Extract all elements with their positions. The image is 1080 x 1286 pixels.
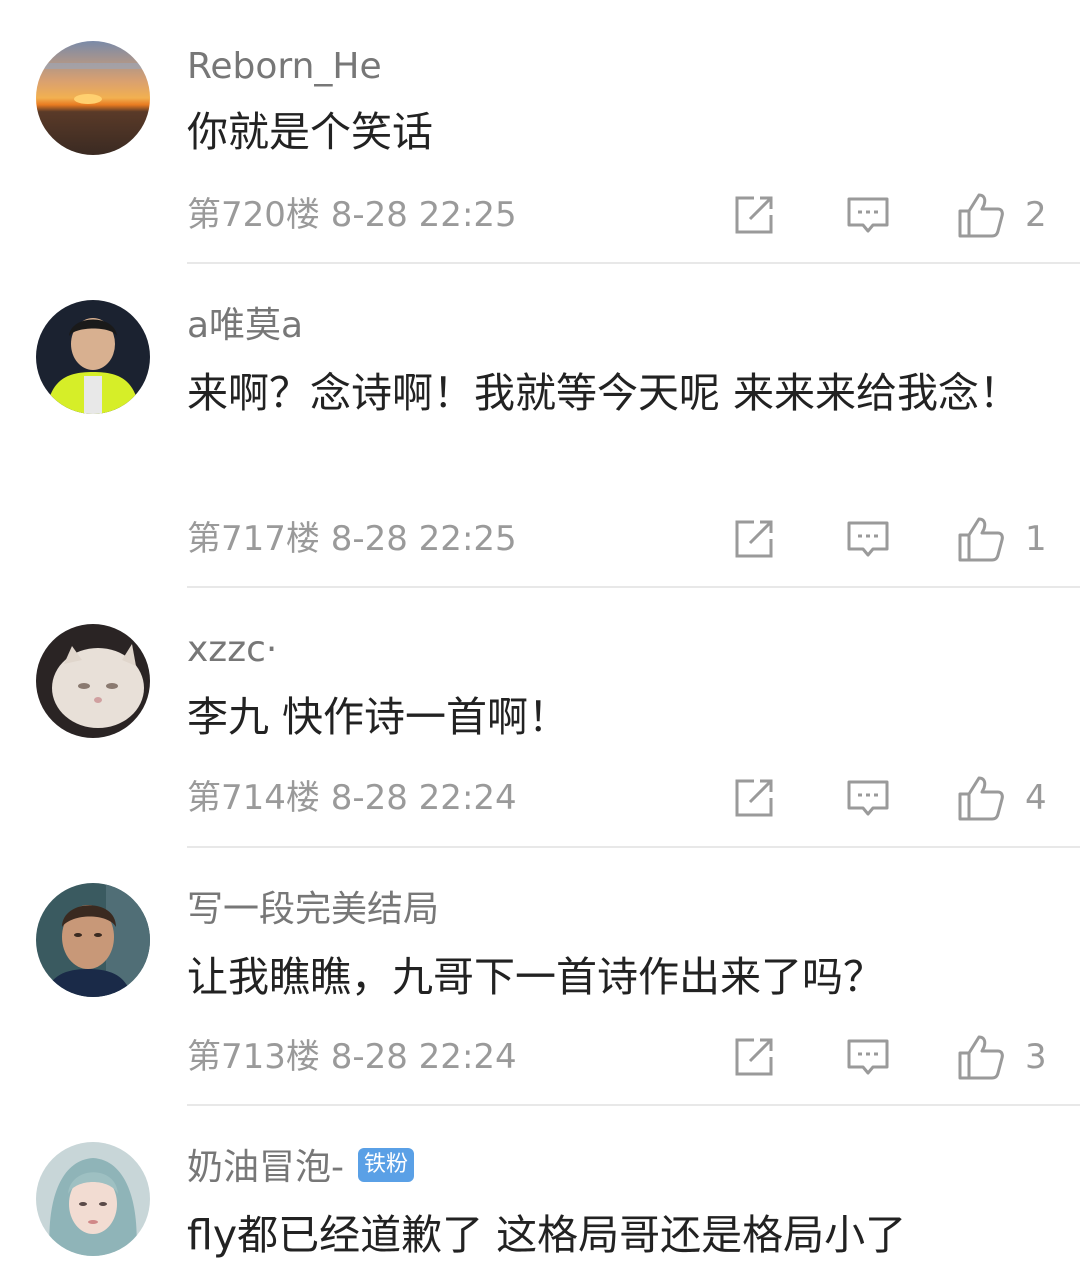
comment-actions: 2 [0, 190, 1080, 240]
share-edit-icon [735, 1038, 773, 1076]
comment-actions: 1 [0, 514, 1080, 564]
avatar[interactable] [36, 624, 150, 738]
comment-item: 写一段完美结局 让我瞧瞧，九哥下一首诗作出来了吗？ 第713楼 8-28 22:… [0, 848, 1080, 1106]
comment-bubble-icon [847, 521, 889, 557]
like-button[interactable]: 3 [957, 1032, 1047, 1082]
like-count: 3 [1025, 1037, 1047, 1077]
comment-text: 来啊？念诗啊！我就等今天呢 来来来给我念！ [187, 369, 1021, 417]
comment-button[interactable] [846, 773, 890, 823]
comment-item: 奶油冒泡- 铁粉 fly都已经道歉了 这格局哥还是格局小了 [0, 1106, 1080, 1286]
share-edit-icon [735, 196, 773, 234]
comment-button[interactable] [846, 1032, 890, 1082]
avatar[interactable] [36, 41, 150, 155]
comment-bubble-icon [847, 1039, 889, 1075]
like-button[interactable]: 4 [957, 773, 1047, 823]
username[interactable]: a唯莫a [187, 304, 303, 348]
reply-button[interactable] [732, 1032, 776, 1082]
comment-text: fly都已经道歉了 这格局哥还是格局小了 [187, 1211, 907, 1259]
comment-item: a唯莫a 来啊？念诗啊！我就等今天呢 来来来给我念！ 第717楼 8-28 22… [0, 264, 1080, 588]
avatar[interactable] [36, 1142, 150, 1256]
comment-item: xzzc· 李九 快作诗一首啊！ 第714楼 8-28 22:24 4 [0, 588, 1080, 848]
comment-button[interactable] [846, 514, 890, 564]
thumbs-up-icon [958, 517, 1004, 562]
comment-button[interactable] [846, 190, 890, 240]
comment-text: 让我瞧瞧，九哥下一首诗作出来了吗？ [187, 953, 884, 1001]
username[interactable]: Reborn_He [187, 45, 382, 89]
comment-text: 你就是个笑话 [187, 108, 433, 156]
comment-actions: 4 [0, 773, 1080, 823]
avatar-image [36, 624, 150, 738]
username[interactable]: xzzc· [187, 628, 277, 672]
share-edit-icon [735, 520, 773, 558]
username[interactable]: 奶油冒泡- 铁粉 [187, 1146, 415, 1190]
like-count: 2 [1025, 195, 1047, 235]
reply-button[interactable] [732, 190, 776, 240]
avatar[interactable] [36, 300, 150, 414]
comment-text: 李九 快作诗一首啊！ [187, 693, 570, 741]
comment-bubble-icon [847, 197, 889, 233]
like-button[interactable]: 2 [957, 190, 1047, 240]
share-edit-icon [735, 779, 773, 817]
comment-bubble-icon [847, 780, 889, 816]
thumbs-up-icon [958, 193, 1004, 238]
thumbs-up-icon [958, 776, 1004, 821]
reply-button[interactable] [732, 773, 776, 823]
comment-item: Reborn_He 你就是个笑话 第720楼 8-28 22:25 2 [0, 0, 1080, 264]
comment-actions: 3 [0, 1032, 1080, 1082]
avatar-image [36, 883, 150, 997]
like-count: 1 [1025, 519, 1047, 559]
thumbs-up-icon [958, 1035, 1004, 1080]
like-count: 4 [1025, 778, 1047, 818]
avatar[interactable] [36, 883, 150, 997]
reply-button[interactable] [732, 514, 776, 564]
username-text: 奶油冒泡- [187, 1147, 344, 1188]
like-button[interactable]: 1 [957, 514, 1047, 564]
avatar-image [36, 300, 150, 414]
fan-badge: 铁粉 [358, 1148, 415, 1182]
username[interactable]: 写一段完美结局 [187, 888, 439, 932]
avatar-image [36, 1142, 150, 1256]
avatar-image [36, 41, 150, 155]
